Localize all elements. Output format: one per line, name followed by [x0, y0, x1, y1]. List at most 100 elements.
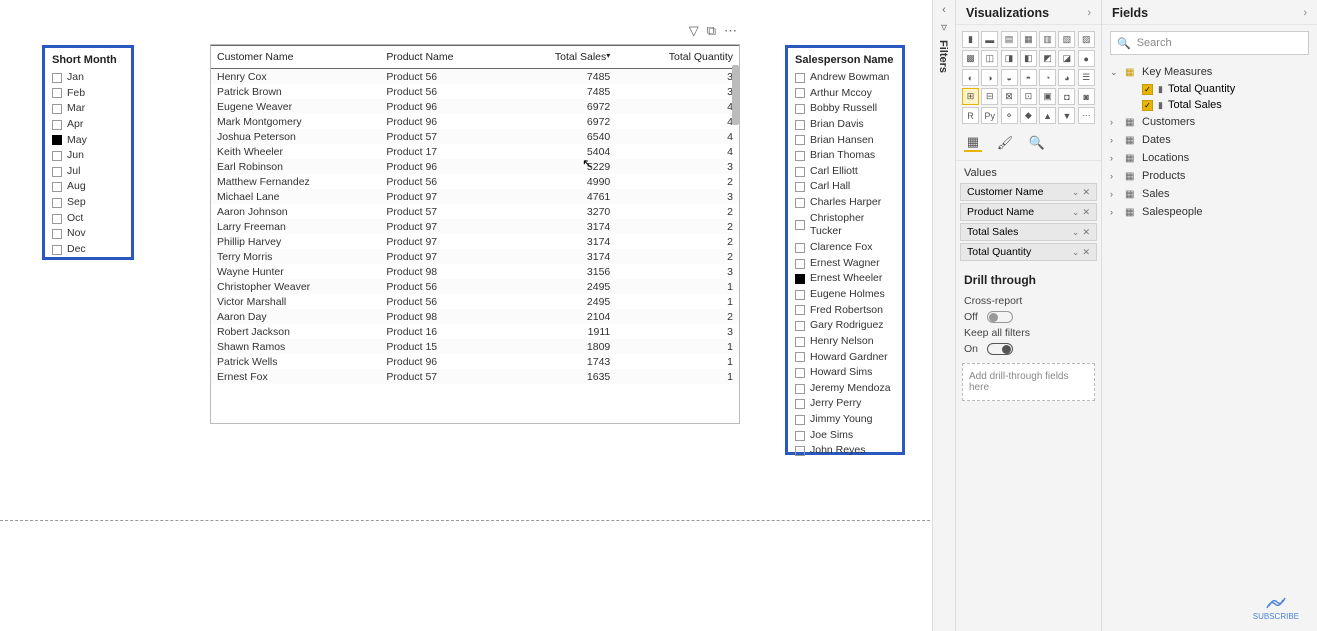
viz-type-icon[interactable]: ◑	[981, 69, 998, 86]
viz-type-icon[interactable]: ▼	[1058, 107, 1075, 124]
checkbox-icon[interactable]	[795, 384, 805, 394]
checkbox-icon[interactable]	[795, 120, 805, 130]
chevron-right-icon[interactable]: ›	[1110, 171, 1120, 181]
table-row[interactable]: Earl RobinsonProduct 9652293	[211, 159, 739, 174]
checkbox-icon[interactable]	[52, 120, 62, 130]
viz-type-icon[interactable]: ☰	[1078, 69, 1095, 86]
checkbox-icon[interactable]	[795, 305, 805, 315]
slicer-item[interactable]: Jerry Perry	[792, 396, 898, 412]
viz-type-icon[interactable]: ◓	[1020, 69, 1037, 86]
drill-drop-zone[interactable]: Add drill-through fields here	[962, 363, 1095, 401]
field-table-row[interactable]: ⌄▦Key Measures	[1110, 63, 1309, 81]
table-row[interactable]: Larry FreemanProduct 9731742	[211, 219, 739, 234]
chevron-down-icon[interactable]: ⌄	[1072, 207, 1080, 218]
slicer-item[interactable]: Howard Gardner	[792, 350, 898, 366]
viz-type-icon[interactable]: ◩	[1039, 50, 1056, 67]
chevron-right-icon[interactable]: ›	[1110, 117, 1120, 127]
slicer-item[interactable]: Henry Nelson	[792, 334, 898, 350]
table-row[interactable]: Keith WheelerProduct 1754044	[211, 144, 739, 159]
viz-type-icon[interactable]: ◆	[1020, 107, 1037, 124]
viz-type-icon[interactable]: ◨	[1001, 50, 1018, 67]
slicer-item[interactable]: Brian Hansen	[792, 133, 898, 149]
slicer-item[interactable]: Fred Robertson	[792, 303, 898, 319]
checkbox-icon[interactable]	[795, 399, 805, 409]
checkbox-icon[interactable]	[52, 182, 62, 192]
checkbox-icon[interactable]	[52, 88, 62, 98]
column-header[interactable]: Total Quantity	[616, 46, 739, 69]
table-row[interactable]: Patrick WellsProduct 9617431	[211, 354, 739, 369]
slicer-salesperson[interactable]: Salesperson Name Andrew BowmanArthur Mcc…	[785, 45, 905, 455]
slicer-item[interactable]: Jan	[49, 70, 127, 86]
checkbox-icon[interactable]	[795, 104, 805, 114]
table-row[interactable]: Terry MorrisProduct 9731742	[211, 249, 739, 264]
chevron-right-icon[interactable]: ›	[1110, 153, 1120, 163]
close-icon[interactable]: ✕	[1082, 187, 1090, 198]
table-row[interactable]: Shawn RamosProduct 1518091	[211, 339, 739, 354]
checkbox-icon[interactable]	[795, 220, 805, 230]
checkbox-icon[interactable]	[795, 151, 805, 161]
checkbox-icon[interactable]	[795, 431, 805, 441]
checkbox-icon[interactable]	[795, 290, 805, 300]
column-header[interactable]: Customer Name	[211, 46, 380, 69]
viz-type-icon[interactable]: ▮	[962, 31, 979, 48]
value-field-pill[interactable]: Total Quantity⌄✕	[960, 243, 1097, 261]
table-scrollbar[interactable]	[732, 65, 739, 125]
slicer-item[interactable]: Dec	[49, 242, 127, 258]
checkbox-icon[interactable]	[795, 198, 805, 208]
checkbox-icon[interactable]	[52, 151, 62, 161]
table-row[interactable]: Henry CoxProduct 5674853	[211, 69, 739, 85]
checkbox-icon[interactable]	[795, 167, 805, 177]
search-input[interactable]: 🔍 Search	[1110, 31, 1309, 55]
viz-type-icon[interactable]: ◙	[1078, 88, 1095, 105]
viz-type-icon[interactable]: ▣	[1039, 88, 1056, 105]
table-row[interactable]: Matthew FernandezProduct 5649902	[211, 174, 739, 189]
slicer-item[interactable]: Jeremy Mendoza	[792, 381, 898, 397]
checkbox-icon[interactable]	[52, 135, 62, 145]
chevron-right-icon[interactable]: ›	[1087, 7, 1091, 19]
checkbox-icon[interactable]	[52, 198, 62, 208]
chevron-down-icon[interactable]: ⌄	[1072, 247, 1080, 258]
checkbox-icon[interactable]	[52, 245, 62, 255]
viz-type-icon[interactable]: ●	[1078, 50, 1095, 67]
viz-type-icon[interactable]: ▦	[1020, 31, 1037, 48]
checkbox-icon[interactable]	[52, 167, 62, 177]
focus-icon[interactable]: ⧉	[707, 23, 716, 39]
checkbox-icon[interactable]	[795, 352, 805, 362]
table-row[interactable]: Aaron DayProduct 9821042	[211, 309, 739, 324]
viz-type-icon[interactable]: ⊞	[962, 88, 979, 105]
viz-type-icon[interactable]: ◕	[1058, 69, 1075, 86]
checkbox-icon[interactable]	[795, 182, 805, 192]
slicer-item[interactable]: May	[49, 133, 127, 149]
keep-filters-toggle[interactable]	[987, 343, 1013, 355]
viz-type-icon[interactable]: ◐	[962, 69, 979, 86]
chevron-right-icon[interactable]: ›	[1303, 7, 1307, 19]
table-row[interactable]: Christopher WeaverProduct 5624951	[211, 279, 739, 294]
field-table-row[interactable]: ›▦Locations	[1110, 149, 1309, 167]
table-row[interactable]: Victor MarshallProduct 5624951	[211, 294, 739, 309]
table-row[interactable]: Patrick BrownProduct 5674853	[211, 84, 739, 99]
column-header[interactable]: Product Name	[380, 46, 507, 69]
slicer-item[interactable]: Arthur Mccoy	[792, 86, 898, 102]
viz-type-icon[interactable]: ⋄	[1001, 107, 1018, 124]
viz-type-icon[interactable]: ▤	[1001, 31, 1018, 48]
table-row[interactable]: Ernest FoxProduct 5716351	[211, 369, 739, 384]
field-item[interactable]: ✓▮Total Quantity	[1110, 81, 1309, 97]
chevron-down-icon[interactable]: ⌄	[1110, 67, 1120, 78]
chevron-right-icon[interactable]: ›	[1110, 189, 1120, 199]
chevron-down-icon[interactable]: ⌄	[1072, 187, 1080, 198]
slicer-item[interactable]: Apr	[49, 117, 127, 133]
value-field-pill[interactable]: Total Sales⌄✕	[960, 223, 1097, 241]
close-icon[interactable]: ✕	[1082, 207, 1090, 218]
table-row[interactable]: Gerald ReyesProduct 5716351	[211, 384, 739, 385]
checkbox-icon[interactable]	[795, 73, 805, 83]
checkbox-icon[interactable]	[795, 88, 805, 98]
viz-type-icon[interactable]: R	[962, 107, 979, 124]
cross-report-toggle[interactable]	[987, 311, 1013, 323]
field-table-row[interactable]: ›▦Salespeople	[1110, 203, 1309, 221]
checkbox-icon[interactable]	[795, 337, 805, 347]
table-row[interactable]: Aaron JohnsonProduct 5732702	[211, 204, 739, 219]
field-table-row[interactable]: ›▦Sales	[1110, 185, 1309, 203]
chevron-right-icon[interactable]: ›	[1110, 135, 1120, 145]
checkbox-icon[interactable]	[795, 368, 805, 378]
viz-type-icon[interactable]: ▧	[1058, 31, 1075, 48]
